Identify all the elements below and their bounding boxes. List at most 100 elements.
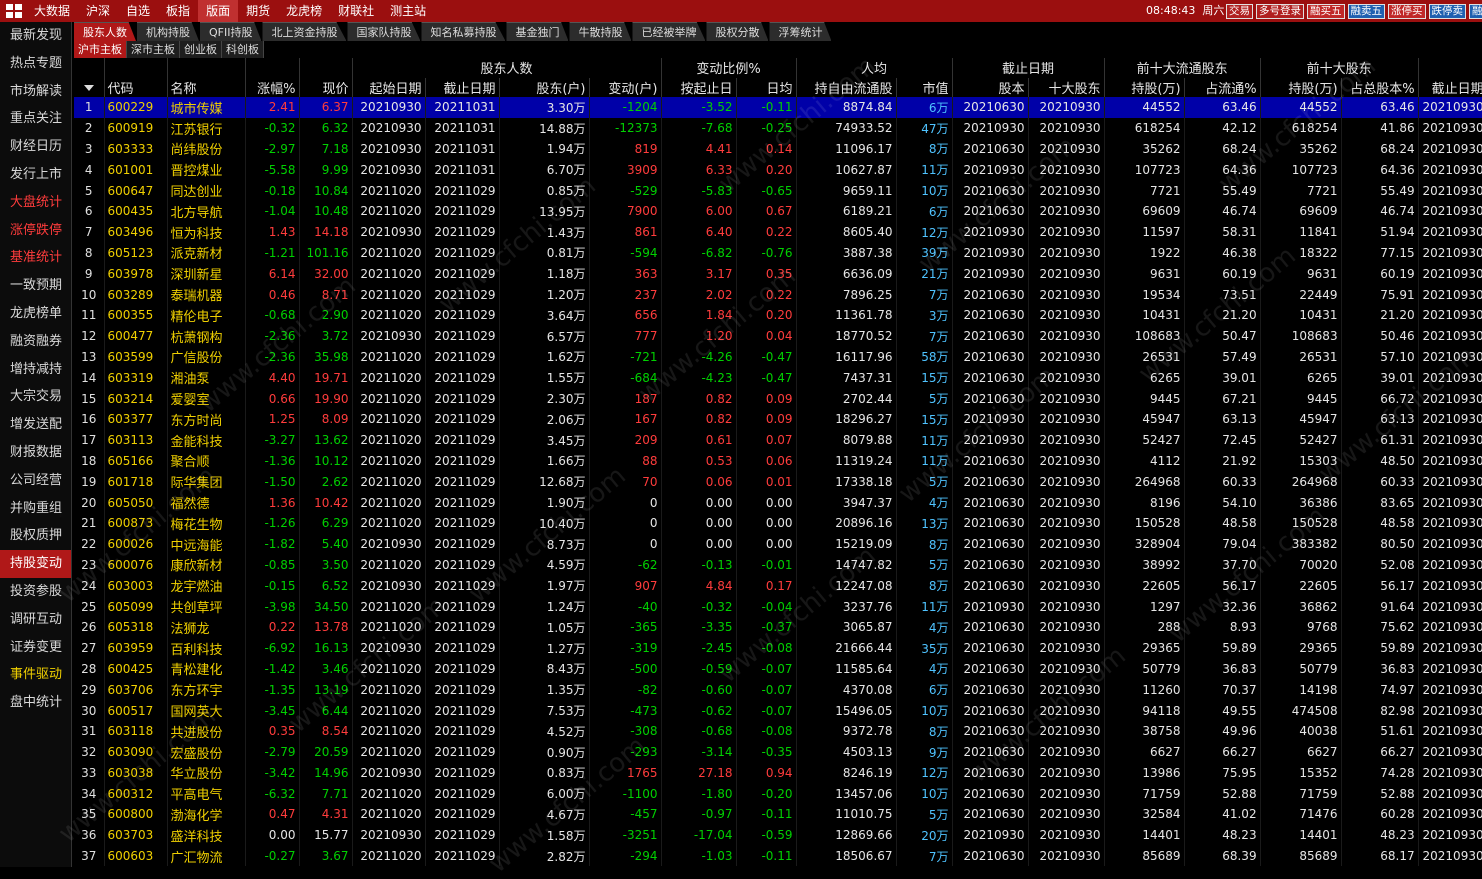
table-row[interactable]: 2 600919 江苏银行 -0.32 6.32 20210930 20211031 14.8… [74, 117, 1482, 139]
table-row[interactable]: 28 600425 青松建化 -1.42 3.46 20211020 20211029 8.4… [74, 658, 1482, 680]
table-row[interactable]: 30 600517 国网英大 -3.45 6.44 20211020 20211029 7.5… [74, 700, 1482, 721]
table-row[interactable]: 23 600076 康欣新材 -0.85 3.50 20211020 20211029 4.5… [74, 554, 1482, 576]
limit-down-sell-button[interactable]: 跌停卖 [1428, 4, 1466, 19]
margin-sell-five-button[interactable]: 融卖五 [1347, 4, 1385, 19]
category-tab[interactable]: 国家队持股 [347, 22, 421, 41]
sidebar-item[interactable]: 投资参股 [0, 578, 71, 606]
table-row[interactable]: 1 600229 城市传媒 2.41 6.37 20210930 20211031 3.30万… [74, 97, 1482, 118]
menu-item-hushen[interactable]: 沪深 [78, 0, 118, 22]
table-row[interactable]: 18 605166 聚合顺 -1.36 10.12 20211020 20211029 1.6… [74, 450, 1482, 472]
table-row[interactable]: 15 603214 爱婴室 0.66 19.90 20211020 20211029 2.30… [74, 388, 1482, 409]
table-row[interactable]: 22 600026 中远海能 -1.82 5.40 20210930 20211029 8.7… [74, 533, 1482, 555]
col-header-top10-holders[interactable]: 十大股东 [1028, 77, 1105, 97]
margin-button[interactable]: 融资 [1469, 4, 1482, 19]
table-row[interactable]: 32 603090 宏盛股份 -2.79 20.59 20211020 20211029 0.… [74, 741, 1482, 763]
sidebar-item[interactable]: 最新发现 [0, 22, 71, 50]
col-header-float-holding[interactable]: 持股(万) [1104, 77, 1185, 97]
table-row[interactable]: 16 603377 东方时尚 1.25 8.09 20211020 20211029 2.06… [74, 408, 1482, 430]
sidebar-item[interactable]: 大宗交易 [0, 383, 71, 411]
col-header-float-pct[interactable]: 占流通% [1184, 77, 1261, 97]
table-row[interactable]: 9 603978 深圳新星 6.14 32.00 20211020 20211029 1.18… [74, 263, 1482, 285]
col-header-market-value[interactable]: 市值 [896, 77, 953, 97]
col-header-price[interactable]: 现价 [299, 77, 353, 97]
sidebar-item[interactable]: 市场解读 [0, 78, 71, 106]
col-header-end-date[interactable]: 截止日期 [425, 77, 500, 97]
table-row[interactable]: 29 603706 东方环宇 -1.35 13.19 20211020 20211029 1.… [74, 679, 1482, 701]
table-row[interactable]: 27 603959 百利科技 -6.92 16.13 20210930 20211029 1.… [74, 637, 1482, 659]
sidebar-item[interactable]: 涨停跌停 [0, 217, 71, 245]
menu-item-bigdata[interactable]: 大数据 [26, 0, 78, 22]
table-row[interactable]: 35 600800 渤海化学 0.47 4.31 20211020 20211029 4.67… [74, 804, 1482, 825]
table-row[interactable]: 11 600355 精伦电子 -0.68 2.90 20211020 20211029 3.6… [74, 304, 1482, 326]
col-header-start-date[interactable]: 起始日期 [352, 77, 426, 97]
sidebar-item[interactable]: 并购重组 [0, 495, 71, 523]
table-row[interactable]: 33 603038 华立股份 -3.42 14.96 20210930 20211029 0.… [74, 762, 1482, 784]
table-row[interactable]: 3 603333 尚纬股份 -2.97 7.18 20210930 20211031 1.94… [74, 138, 1482, 160]
table-row[interactable]: 25 605099 共创草坪 -3.98 34.50 20211020 20211029 1.… [74, 596, 1482, 617]
sidebar-item[interactable]: 融资融券 [0, 328, 71, 356]
sidebar-item[interactable]: 发行上市 [0, 161, 71, 189]
table-row[interactable]: 10 603289 泰瑞机器 0.46 8.71 20211020 20211029 1.20… [74, 284, 1482, 305]
col-header-holders[interactable]: 股东(户) [499, 77, 590, 97]
sort-toggle[interactable] [74, 77, 105, 97]
market-tab[interactable]: 创业板 [180, 41, 222, 58]
category-tab[interactable]: 股东人数 [74, 22, 136, 41]
sidebar-item[interactable]: 基准统计 [0, 244, 71, 272]
table-row[interactable]: 37 600603 广汇物流 -0.27 3.67 20211020 20211029 2.8… [74, 845, 1482, 867]
sidebar-item[interactable]: 增发送配 [0, 411, 71, 439]
col-header-change-pct[interactable]: 涨幅% [245, 77, 300, 97]
col-header-code[interactable]: 代码 [104, 77, 168, 97]
category-tab[interactable]: 北上资金持股 [262, 22, 347, 41]
limit-up-buy-button[interactable]: 涨停买 [1388, 4, 1426, 19]
sort-column[interactable] [74, 58, 105, 78]
category-tab[interactable]: 浮筹统计 [769, 22, 832, 41]
menu-item-layout[interactable]: 版面 [198, 0, 239, 22]
table-row[interactable]: 12 600477 杭萧钢构 -2.36 3.72 20210930 20211029 6.5… [74, 325, 1482, 347]
table-row[interactable]: 13 603599 广信股份 -2.36 35.98 20211020 20211029 1.… [74, 346, 1482, 368]
table-row[interactable]: 7 603496 恒为科技 1.43 14.18 20210930 20211029 1.43… [74, 221, 1482, 243]
category-tab[interactable]: QFII持股 [200, 22, 262, 41]
table-row[interactable]: 8 605123 派克新材 -1.21 101.16 20211020 20211029 0.… [74, 242, 1482, 264]
market-tab[interactable]: 深市主板 [127, 41, 180, 58]
table-row[interactable]: 34 600312 平高电气 -6.32 7.71 20211020 20211029 6.0… [74, 783, 1482, 805]
col-header-change-by-period[interactable]: 按起止日 [661, 77, 737, 97]
menu-item-futures[interactable]: 期货 [238, 0, 278, 22]
table-row[interactable]: 21 600873 梅花生物 -1.26 6.29 20211020 20211029 10.… [74, 512, 1482, 534]
sidebar-item[interactable]: 股权质押 [0, 522, 71, 550]
sidebar-item[interactable]: 增持减持 [0, 356, 71, 384]
market-tab[interactable]: 科创板 [222, 41, 264, 58]
sidebar-item[interactable]: 财经日历 [0, 133, 71, 161]
table-row[interactable]: 26 605318 法狮龙 0.22 13.78 20211020 20211029 1.05… [74, 616, 1482, 638]
category-tab[interactable]: 基金独门 [506, 22, 569, 41]
col-header-deadline[interactable]: 截止日期 [1418, 77, 1482, 97]
sidebar-item[interactable]: 持股变动 [0, 550, 71, 578]
table-row[interactable]: 31 603118 共进股份 0.35 8.54 20211020 20211029 4.52… [74, 720, 1482, 742]
col-header-daily-avg[interactable]: 日均 [736, 77, 797, 97]
col-header-share-capital[interactable]: 股本 [952, 77, 1029, 97]
sidebar-item[interactable]: 大盘统计 [0, 189, 71, 217]
menu-item-dragon-tiger[interactable]: 龙虎榜 [278, 0, 330, 22]
table-row[interactable]: 36 603703 盛洋科技 0.00 15.77 20210930 20211029 1.5… [74, 824, 1482, 846]
table-row[interactable]: 17 603113 金能科技 -3.27 13.62 20211020 20211029 3.… [74, 429, 1482, 451]
col-header-holders-change[interactable]: 变动(户) [589, 77, 662, 97]
sidebar-item[interactable]: 调研互动 [0, 606, 71, 634]
category-tab[interactable]: 机构持股 [137, 22, 199, 41]
sidebar-item[interactable]: 盘中统计 [0, 689, 71, 717]
sidebar-item[interactable]: 公司经营 [0, 467, 71, 495]
col-header-free-float-per-capita[interactable]: 持自由流通股 [796, 77, 897, 97]
sidebar-item[interactable]: 财报数据 [0, 439, 71, 467]
col-header-name[interactable]: 名称 [167, 77, 246, 97]
table-row[interactable]: 14 603319 湘油泵 4.40 19.71 20211020 20211029 1.55… [74, 367, 1482, 389]
table-row[interactable]: 19 601718 际华集团 -1.50 2.62 20211020 20211029 12.… [74, 471, 1482, 493]
menu-item-cls[interactable]: 财联社 [330, 0, 382, 22]
menu-item-test-server[interactable]: 测主站 [382, 0, 434, 22]
sidebar-item[interactable]: 一致预期 [0, 272, 71, 300]
margin-buy-five-button[interactable]: 融买五 [1307, 4, 1345, 19]
sidebar-item[interactable]: 热点专题 [0, 50, 71, 78]
category-tab[interactable]: 牛散持股 [569, 22, 632, 41]
sidebar-item[interactable]: 重点关注 [0, 105, 71, 133]
sidebar-item[interactable]: 证券变更 [0, 634, 71, 662]
multi-login-button[interactable]: 多号登录 [1256, 4, 1304, 19]
col-header-total-pct[interactable]: 占总股本% [1341, 77, 1419, 97]
table-row[interactable]: 4 601001 晋控煤业 -5.58 9.99 20210930 20211031 6.70… [74, 159, 1482, 181]
